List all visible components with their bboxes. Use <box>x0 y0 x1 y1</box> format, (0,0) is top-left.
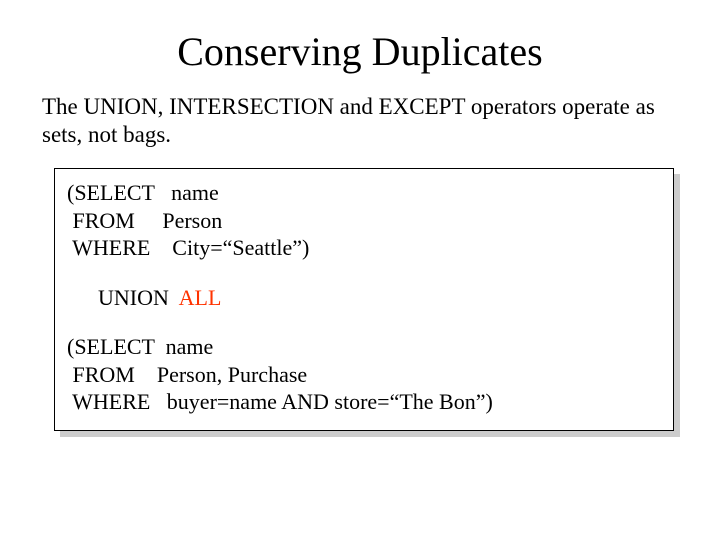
union-keyword: UNION <box>87 285 179 310</box>
page-title: Conserving Duplicates <box>36 28 684 75</box>
code-box: (SELECT name FROM Person WHERE City=“Sea… <box>54 168 674 431</box>
union-all-line: UNION ALL <box>87 284 661 312</box>
all-keyword: ALL <box>179 285 222 310</box>
code-line: FROM Person <box>67 207 661 235</box>
code-box-wrap: (SELECT name FROM Person WHERE City=“Sea… <box>54 168 674 431</box>
code-line: WHERE buyer=name AND store=“The Bon”) <box>67 388 661 416</box>
code-line: FROM Person, Purchase <box>67 361 661 389</box>
sql-block-2: (SELECT name FROM Person, Purchase WHERE… <box>67 333 661 416</box>
code-line: (SELECT name <box>67 179 661 207</box>
slide: Conserving Duplicates The UNION, INTERSE… <box>0 0 720 467</box>
description-text: The UNION, INTERSECTION and EXCEPT opera… <box>36 93 684 148</box>
code-line: WHERE City=“Seattle”) <box>67 234 661 262</box>
code-line: (SELECT name <box>67 333 661 361</box>
sql-block-1: (SELECT name FROM Person WHERE City=“Sea… <box>67 179 661 262</box>
